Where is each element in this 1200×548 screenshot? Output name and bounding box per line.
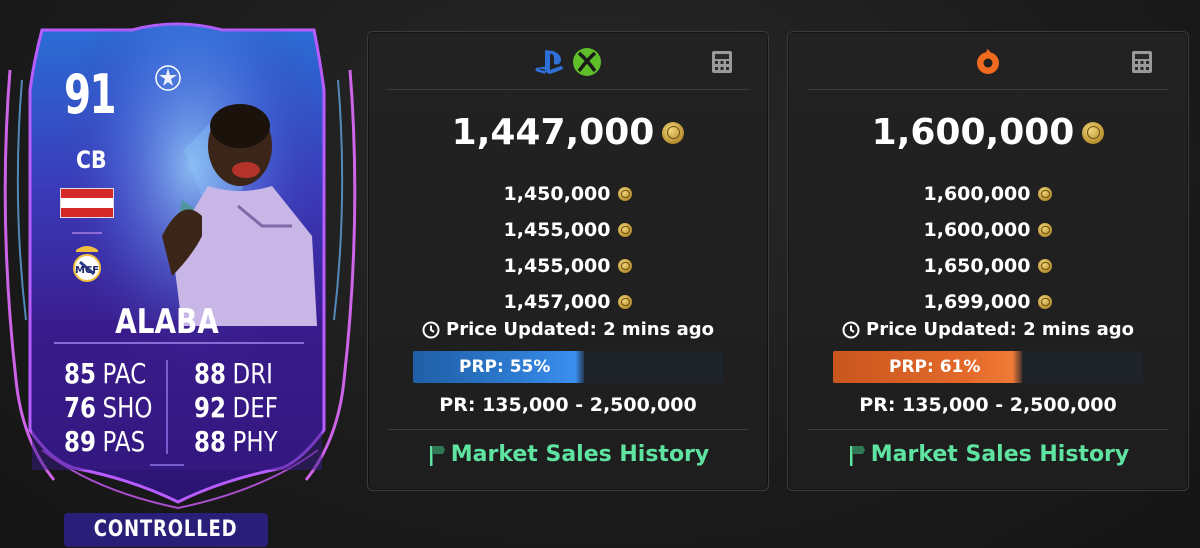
player-position: CB [76, 146, 107, 174]
list-item: 1,699,000 [788, 284, 1188, 320]
price-panel-console: 1,447,000 1,450,000 1,455,000 1,455,000 … [367, 31, 769, 491]
panel-header [368, 32, 768, 89]
divider [387, 89, 749, 90]
divider [807, 89, 1169, 90]
list-item: 1,600,000 [788, 176, 1188, 212]
player-name: ALABA [115, 302, 219, 342]
list-item: 1,457,000 [368, 284, 768, 320]
price-updated: Price Updated: 2 mins ago [788, 319, 1188, 340]
coin-icon [1038, 259, 1053, 273]
prp-progress-bar: PRP: 55% [413, 351, 723, 383]
coin-icon [662, 121, 685, 144]
divider [807, 429, 1169, 430]
prp-label: PRP: 55% [459, 357, 551, 377]
calculator-icon[interactable] [1131, 50, 1153, 74]
player-rating: 91 [64, 63, 116, 126]
xbox-icon [573, 48, 601, 76]
coin-icon [1038, 295, 1053, 309]
divider [150, 464, 184, 466]
market-sales-history-link[interactable]: Market Sales History [368, 436, 768, 472]
divider [166, 360, 168, 454]
prp-progress-bar: PRP: 61% [833, 351, 1143, 383]
player-stats: 85 PAC 76 SHO 89 PAS 88 DRI 92 DEF 88 PHY [64, 356, 304, 464]
lowest-price: 1,600,000 [788, 112, 1188, 153]
price-list: 1,450,000 1,455,000 1,455,000 1,457,000 [368, 176, 768, 320]
price-panel-pc: 1,600,000 1,600,000 1,600,000 1,650,000 … [787, 31, 1189, 491]
divider [72, 232, 102, 234]
stat-sho: 76 SHO [64, 390, 153, 424]
calculator-icon[interactable] [711, 50, 733, 74]
divider [54, 342, 304, 344]
signpost-icon [849, 446, 865, 466]
signpost-icon [429, 446, 445, 466]
list-item: 1,450,000 [368, 176, 768, 212]
clock-icon [422, 321, 440, 338]
price-range: PR: 135,000 - 2,500,000 [859, 394, 1117, 416]
svg-text:MCF: MCF [75, 265, 99, 276]
price-range: PR: 135,000 - 2,500,000 [439, 394, 697, 416]
stat-def: 92 DEF [194, 390, 278, 424]
list-item: 1,650,000 [788, 248, 1188, 284]
stat-pas: 89 PAS [64, 424, 146, 458]
player-card[interactable]: 91 CB MCF ALABA 85 PAC 76 SHO 89 PAS 88 DRI … [2, 20, 358, 510]
platform-icons [368, 46, 768, 78]
coin-icon [1038, 223, 1053, 237]
divider [387, 429, 749, 430]
real-madrid-crest-icon: MCF [73, 246, 101, 282]
price-updated: Price Updated: 2 mins ago [368, 319, 768, 340]
list-item: 1,455,000 [368, 248, 768, 284]
coin-icon [1082, 121, 1105, 144]
player-image [162, 104, 317, 326]
controlled-badge[interactable]: CONTROLLED [64, 513, 268, 547]
list-item: 1,455,000 [368, 212, 768, 248]
coin-icon [618, 187, 633, 201]
price-list: 1,600,000 1,600,000 1,650,000 1,699,000 [788, 176, 1188, 320]
playstation-icon [535, 50, 563, 74]
list-item: 1,600,000 [788, 212, 1188, 248]
coin-icon [618, 259, 633, 273]
coin-icon [1038, 187, 1053, 201]
coin-icon [618, 223, 633, 237]
lowest-price: 1,447,000 [368, 112, 768, 153]
stat-phy: 88 PHY [194, 424, 278, 458]
platform-icons [788, 46, 1188, 78]
panel-header [788, 32, 1188, 89]
stat-pac: 85 PAC [64, 356, 147, 390]
coin-icon [618, 295, 633, 309]
austria-flag-icon [60, 188, 114, 218]
stat-dri: 88 DRI [194, 356, 273, 390]
prp-label: PRP: 61% [889, 357, 981, 377]
clock-icon [842, 321, 860, 338]
origin-icon [977, 49, 999, 74]
market-sales-history-link[interactable]: Market Sales History [788, 436, 1188, 472]
